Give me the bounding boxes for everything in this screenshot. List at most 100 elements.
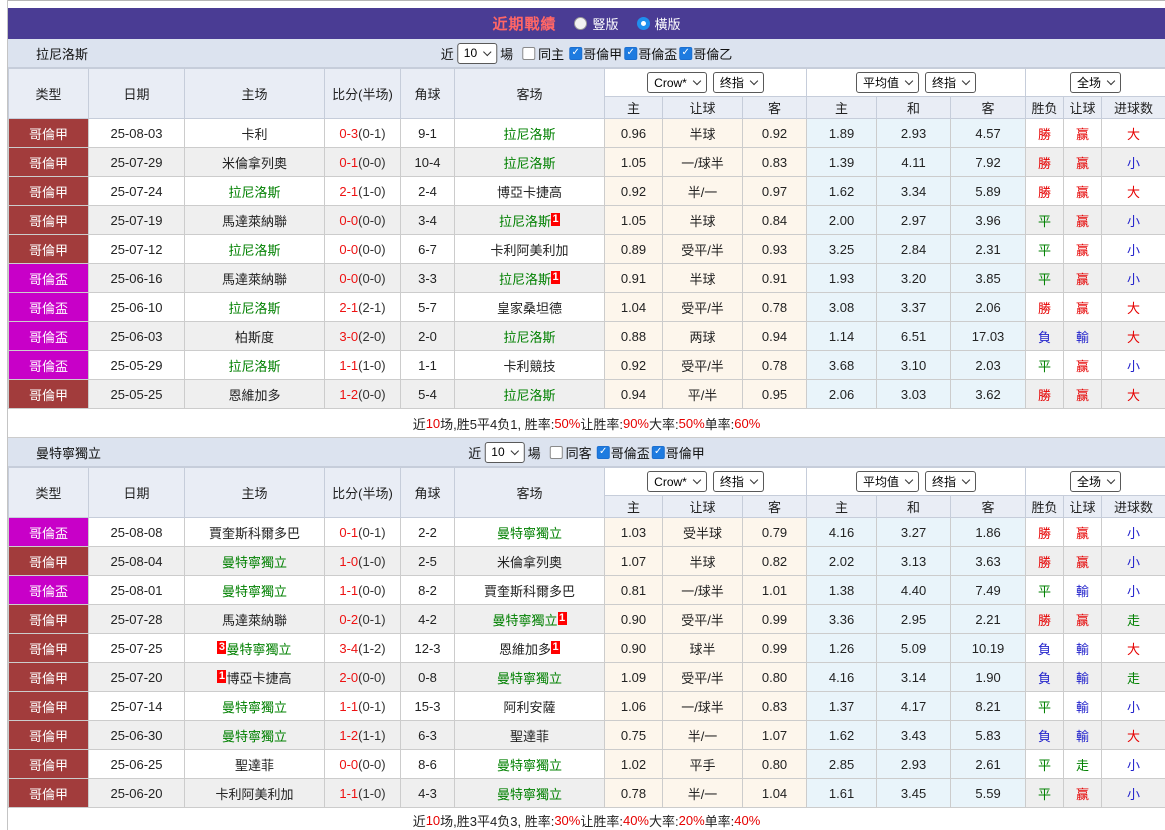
average-select[interactable]: 平均值: [856, 72, 920, 93]
home-team-cell: 曼特寧獨立: [184, 575, 325, 605]
halftime-score: (2-0): [358, 328, 386, 344]
result-goals: 大: [1101, 176, 1165, 206]
col-home: 主场: [184, 467, 325, 518]
match-date: 25-08-04: [88, 546, 185, 576]
red-card-badge: 1: [551, 270, 560, 284]
odds-stage-select-2[interactable]: 终指: [925, 471, 977, 492]
away-team-name: 拉尼洛斯: [503, 155, 556, 171]
handicap-line: 一/球半: [662, 691, 743, 721]
odds-stage-select[interactable]: 终指: [712, 471, 764, 492]
bookmaker-select[interactable]: Crow*: [647, 72, 707, 93]
handicap-home-odds: 0.89: [604, 234, 663, 264]
score-cell: 0-0(0-0): [324, 749, 401, 779]
fulltime-score: 1-2: [339, 727, 359, 743]
corner-count: 8-2: [400, 575, 455, 605]
sub-home-odds: 主: [604, 96, 663, 119]
home-team-name: 馬達萊納聯: [221, 271, 287, 287]
handicap-home-odds: 1.05: [604, 147, 663, 177]
fullmatch-select[interactable]: 全场: [1070, 72, 1122, 93]
bookmaker-select[interactable]: Crow*: [647, 471, 707, 492]
avg-draw-odds: 4.11: [876, 147, 952, 177]
view-option-vertical[interactable]: 豎版: [574, 14, 619, 33]
handicap-home-odds: 0.75: [604, 720, 663, 750]
odds-stage-value: 终指: [719, 475, 744, 489]
result-handicap: 赢: [1063, 604, 1103, 634]
away-team-cell: 聖達菲: [454, 720, 605, 750]
handicap-home-odds: 0.90: [604, 633, 663, 663]
filter-controls: 近 10 場 同主 哥倫甲哥倫盃哥倫乙: [441, 42, 732, 64]
score-cell: 3-4(1-2): [324, 633, 401, 663]
avg-away-odds: 8.21: [950, 691, 1027, 721]
home-team-cell: 馬達萊納聯: [184, 263, 325, 293]
away-team-name: 拉尼洛斯: [498, 213, 551, 229]
league-checkbox-label: 哥倫盃: [638, 46, 678, 62]
handicap-away-odds: 0.79: [741, 517, 808, 547]
home-team-cell: 拉尼洛斯: [184, 234, 325, 264]
avg-home-odds: 3.68: [806, 350, 878, 380]
league-checkbox[interactable]: [679, 46, 693, 60]
odds-stage-value: 终指: [932, 475, 957, 489]
section-summary: 近 10 场,胜3平4负3, 胜率: 30% 让胜率: 40% 大率: 20% 单率: 40…: [8, 808, 1165, 830]
same-venue-label: 同客: [565, 445, 592, 461]
fulltime-score: 1-2: [339, 386, 359, 402]
league-checkbox[interactable]: [569, 46, 583, 60]
handicap-home-odds: 1.02: [604, 749, 663, 779]
away-team-cell: 拉尼洛斯: [454, 147, 605, 177]
home-team-name: 卡利阿美利加: [215, 786, 294, 802]
away-team-name: 博亞卡捷高: [496, 184, 562, 200]
radio-unselected-icon[interactable]: [574, 17, 588, 30]
table-row: 哥倫甲 25-07-28 馬達萊納聯 0-2(0-1) 4-2 曼特寧獨立1 0…: [8, 604, 1165, 634]
odds-stage-select-2[interactable]: 终指: [925, 72, 977, 93]
away-team-name: 曼特寧獨立: [492, 612, 558, 628]
result-goals: 走: [1101, 604, 1165, 634]
match-date: 25-07-29: [88, 147, 185, 177]
odds-stage-value: 终指: [719, 76, 744, 90]
match-date: 25-07-28: [88, 604, 185, 634]
avg-away-odds: 4.57: [950, 118, 1027, 148]
result-goals: 小: [1101, 575, 1165, 605]
summary-segment: 让胜率:: [580, 813, 623, 829]
summary-segment: 30%: [554, 812, 581, 828]
odds-stage-select[interactable]: 终指: [712, 72, 764, 93]
sub-handicap-result: 让球: [1063, 96, 1103, 119]
handicap-line: 半/一: [662, 176, 743, 206]
fullmatch-select[interactable]: 全场: [1070, 471, 1122, 492]
corner-count: 5-7: [400, 292, 455, 322]
away-team-cell: 卡利阿美利加: [454, 234, 605, 264]
summary-segment: 让胜率:: [580, 416, 623, 432]
average-select[interactable]: 平均值: [856, 471, 920, 492]
avg-home-odds: 1.62: [806, 720, 878, 750]
home-team-name: 卡利: [241, 126, 268, 142]
fullmatch-value: 全场: [1077, 475, 1102, 489]
table-row: 哥倫甲 25-05-25 恩維加多 1-2(0-0) 5-4 拉尼洛斯 0.94…: [8, 379, 1165, 409]
result-winlose: 平: [1025, 749, 1065, 779]
match-count-select[interactable]: 10: [484, 441, 525, 463]
corner-count: 0-8: [400, 662, 455, 692]
league-checkbox[interactable]: [624, 46, 638, 60]
summary-segment: 50%: [678, 415, 705, 431]
away-team-name: 拉尼洛斯: [503, 387, 556, 403]
fullmatch-value: 全场: [1077, 76, 1102, 90]
red-card-badge: 1: [551, 212, 560, 226]
result-handicap: 輸: [1063, 321, 1103, 351]
league-checkbox-label: 哥倫盃: [610, 445, 650, 461]
result-goals: 小: [1101, 205, 1165, 235]
result-goals: 大: [1101, 379, 1165, 409]
result-winlose: 平: [1025, 691, 1065, 721]
league-checkbox[interactable]: [596, 445, 610, 459]
result-handicap: 輸: [1063, 662, 1103, 692]
chevron-down-icon: [961, 475, 971, 485]
handicap-line: 受半球: [662, 517, 743, 547]
league-checkbox[interactable]: [651, 445, 665, 459]
radio-selected-icon[interactable]: [636, 17, 650, 30]
view-option-horizontal[interactable]: 橫版: [636, 14, 681, 33]
avg-draw-odds: 5.09: [876, 633, 952, 663]
halftime-score: (1-0): [358, 357, 386, 373]
match-count-select[interactable]: 10: [456, 42, 498, 64]
same-venue-label: 同主: [538, 46, 565, 62]
same-venue-checkbox[interactable]: [549, 445, 563, 459]
same-venue-checkbox[interactable]: [522, 46, 536, 60]
away-team-cell: 卡利競技: [454, 350, 605, 380]
home-team-cell: 拉尼洛斯: [184, 292, 325, 322]
fulltime-score: 1-1: [339, 582, 359, 598]
